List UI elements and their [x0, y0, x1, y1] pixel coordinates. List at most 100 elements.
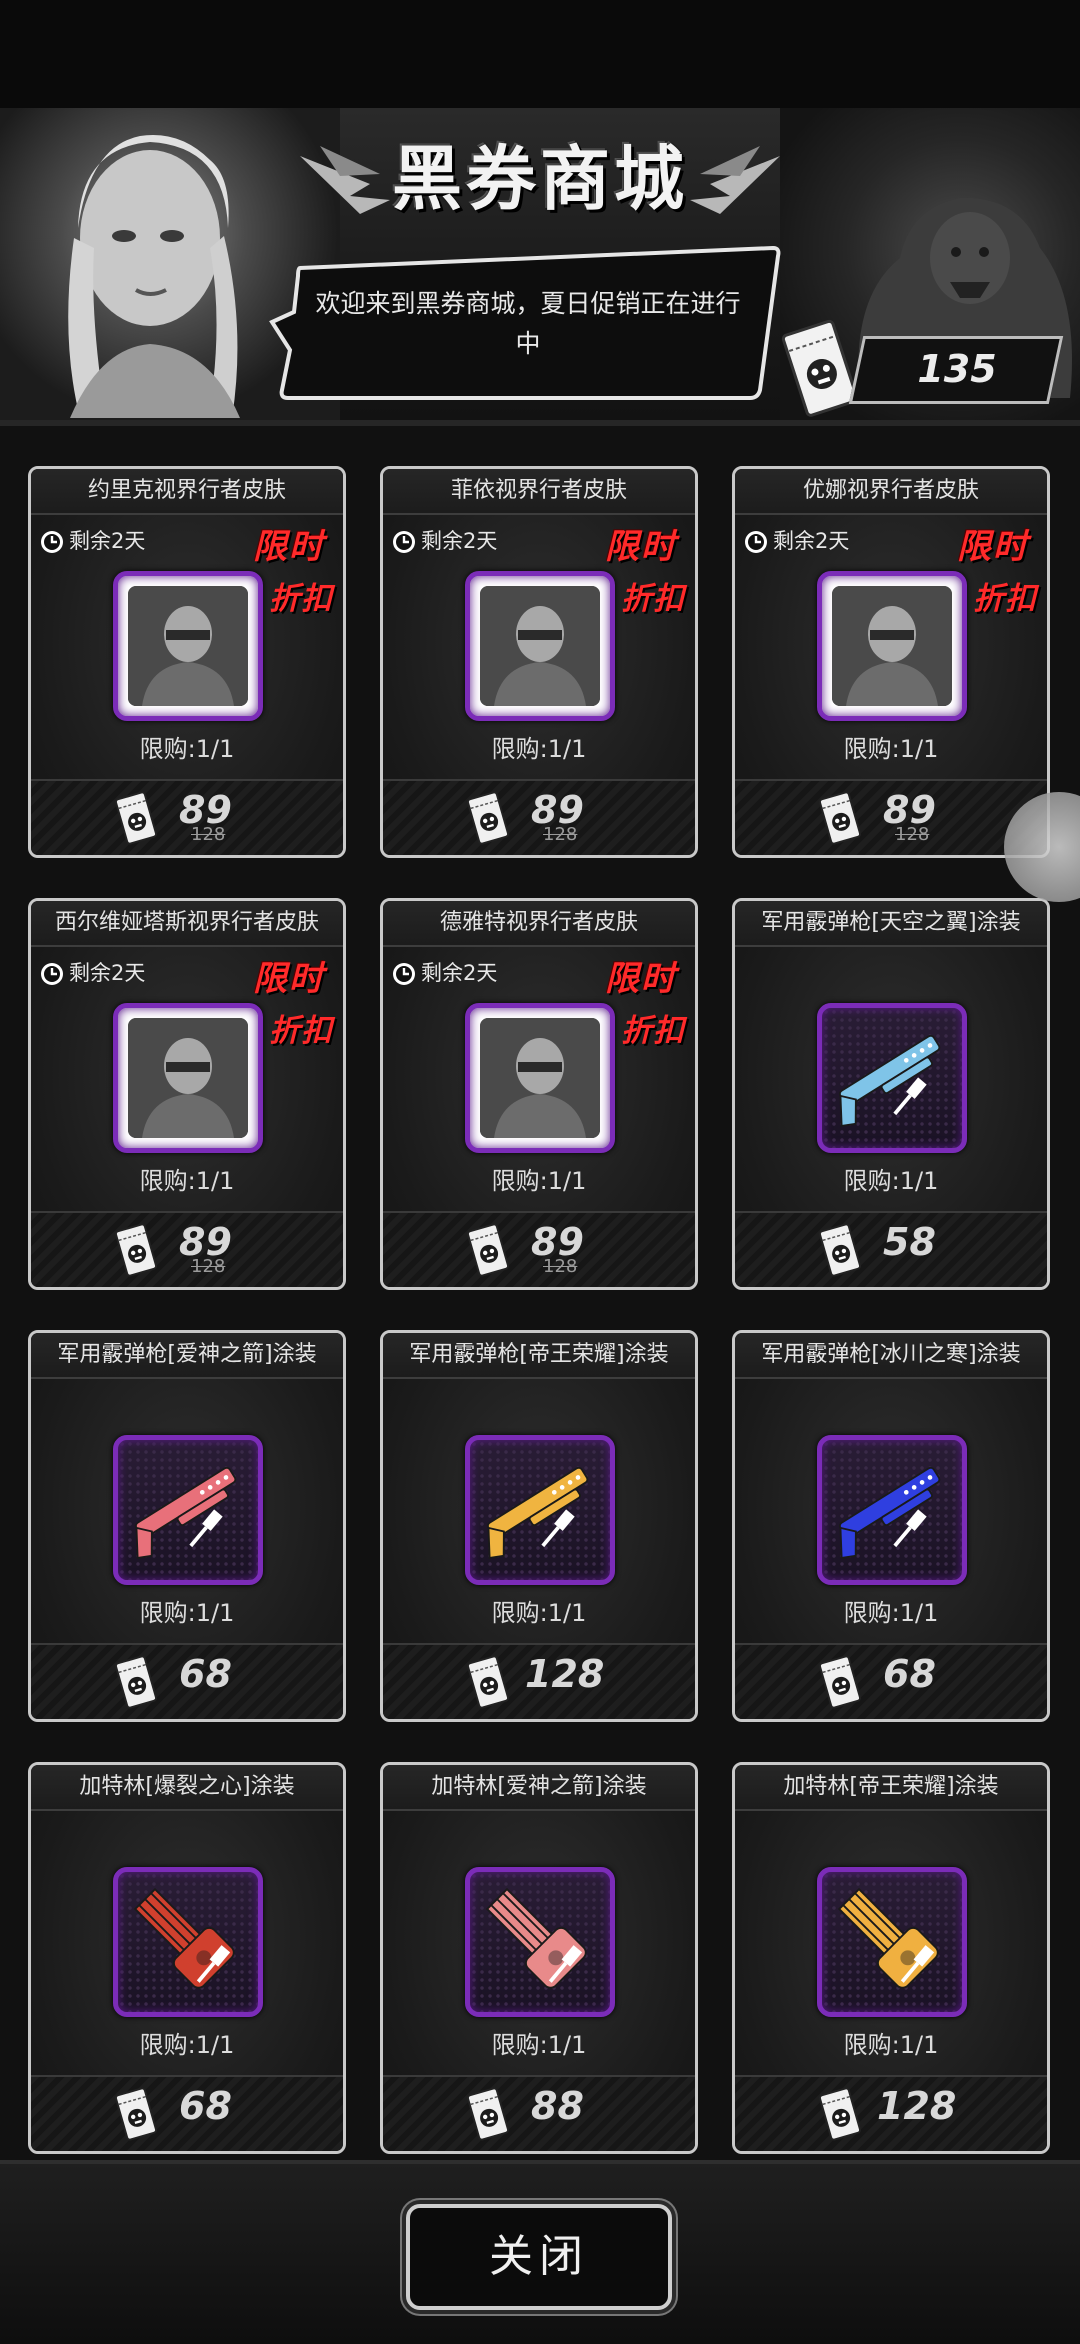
item-image: [817, 571, 967, 721]
remaining-time: 剩余2天: [743, 523, 849, 559]
price-bar[interactable]: 68: [735, 1643, 1047, 1719]
shop-item-card[interactable]: 约里克视界行者皮肤 剩余2天 限时 折扣 限购:1/1 89 128: [28, 466, 346, 858]
purchase-limit: 限购:1/1: [491, 2031, 587, 2059]
item-name: 德雅特视界行者皮肤: [383, 901, 695, 947]
limited-time-badge: 限时: [605, 527, 677, 567]
purchase-limit: 限购:1/1: [843, 1167, 939, 1195]
remaining-time-text: 剩余2天: [69, 961, 146, 985]
currency-display: 135: [776, 318, 1066, 418]
item-image: [113, 571, 263, 721]
black-ticket-icon: [817, 1223, 863, 1277]
item-name: 约里克视界行者皮肤: [31, 469, 343, 515]
limited-time-badge: 限时: [957, 527, 1029, 567]
black-ticket-icon: [113, 2087, 159, 2141]
price-bar[interactable]: 89 128: [31, 779, 343, 855]
item-image: [817, 1435, 967, 1585]
shop-screen: 黑券商城 欢迎来到黑券商城，夏日促销正在进行中 135 约里克视界行者皮肤 剩余…: [0, 0, 1080, 2344]
merchant-portrait: [68, 135, 240, 418]
clock-icon: [391, 529, 417, 555]
black-ticket-icon: [817, 791, 863, 845]
price-bar[interactable]: 68: [31, 1643, 343, 1719]
close-button[interactable]: 关闭: [406, 2204, 672, 2310]
black-ticket-icon: [817, 2087, 863, 2141]
item-name: 军用霰弹枪[帝王荣耀]涂装: [383, 1333, 695, 1379]
item-price: 68: [179, 2084, 232, 2128]
black-ticket-icon: [113, 1655, 159, 1709]
original-price: 128: [543, 824, 578, 845]
remaining-time: 剩余2天: [391, 523, 497, 559]
item-name: 军用霰弹枪[冰川之寒]涂装: [735, 1333, 1047, 1379]
black-ticket-icon: [817, 1655, 863, 1709]
shop-item-card[interactable]: 德雅特视界行者皮肤剩余2天 限时折扣限购:1/1 89 128: [380, 898, 698, 1290]
remaining-time: 剩余2天: [391, 955, 497, 991]
price-bar[interactable]: 89 128: [383, 779, 695, 855]
limited-time-badge: 限时: [253, 527, 325, 567]
item-name: 加特林[帝王荣耀]涂装: [735, 1765, 1047, 1811]
original-price: 128: [191, 824, 226, 845]
footer-bar: 关闭: [0, 2160, 1080, 2344]
black-ticket-icon: [113, 791, 159, 845]
price-bar[interactable]: 128: [735, 2075, 1047, 2151]
remaining-time-text: 剩余2天: [773, 529, 850, 553]
item-name: 菲依视界行者皮肤: [383, 469, 695, 515]
item-price: 128: [525, 1652, 605, 1696]
greeting-text: 欢迎来到黑券商城，夏日促销正在进行中: [315, 289, 741, 358]
item-name: 西尔维娅塔斯视界行者皮肤: [31, 901, 343, 947]
item-image: [817, 1867, 967, 2017]
item-image: [465, 1003, 615, 1153]
remaining-time-text: 剩余2天: [421, 529, 498, 553]
shop-item-card[interactable]: 军用霰弹枪[爱神之箭]涂装限购:1/1 68: [28, 1330, 346, 1722]
price-bar[interactable]: 128: [383, 1643, 695, 1719]
item-price: 88: [531, 2084, 584, 2128]
black-ticket-icon: [465, 1223, 511, 1277]
limited-time-badge: 限时: [253, 959, 325, 999]
shop-item-card[interactable]: 加特林[帝王荣耀]涂装限购:1/1 128: [732, 1762, 1050, 2154]
discount-badge: 折扣: [269, 1013, 333, 1049]
black-ticket-icon: [465, 2087, 511, 2141]
clock-icon: [391, 961, 417, 987]
discount-badge: 折扣: [269, 581, 333, 617]
shop-item-card[interactable]: 军用霰弹枪[冰川之寒]涂装限购:1/1 68: [732, 1330, 1050, 1722]
price-bar[interactable]: 68: [31, 2075, 343, 2151]
item-name: 军用霰弹枪[爱神之箭]涂装: [31, 1333, 343, 1379]
currency-balance: 135: [917, 347, 997, 391]
remaining-time: 剩余2天: [39, 955, 145, 991]
shop-item-card[interactable]: 优娜视界行者皮肤 剩余2天 限时 折扣 限购:1/1 89 128: [732, 466, 1050, 858]
purchase-limit: 限购:1/1: [139, 2031, 235, 2059]
shop-item-card[interactable]: 菲依视界行者皮肤 剩余2天 限时 折扣 限购:1/1 89 128: [380, 466, 698, 858]
purchase-limit: 限购:1/1: [139, 1167, 235, 1195]
price-bar[interactable]: 58: [735, 1211, 1047, 1287]
price-bar[interactable]: 89 128: [735, 779, 1047, 855]
price-bar[interactable]: 88: [383, 2075, 695, 2151]
clock-icon: [39, 961, 65, 987]
shop-item-card[interactable]: 军用霰弹枪[帝王荣耀]涂装限购:1/1 128: [380, 1330, 698, 1722]
shop-item-card[interactable]: 军用霰弹枪[天空之翼]涂装限购:1/1 58: [732, 898, 1050, 1290]
item-name: 军用霰弹枪[天空之翼]涂装: [735, 901, 1047, 947]
remaining-time-text: 剩余2天: [69, 529, 146, 553]
shop-item-card[interactable]: 加特林[爆裂之心]涂装 限购:1/1 68: [28, 1762, 346, 2154]
purchase-limit: 限购:1/1: [491, 1599, 587, 1627]
clock-icon: [39, 529, 65, 555]
shop-item-card[interactable]: 加特林[爱神之箭]涂装 限购:1/1 88: [380, 1762, 698, 2154]
discount-badge: 折扣: [621, 1013, 685, 1049]
price-bar[interactable]: 89 128: [31, 1211, 343, 1287]
black-ticket-icon: [465, 791, 511, 845]
original-price: 128: [191, 1256, 226, 1277]
shop-item-card[interactable]: 西尔维娅塔斯视界行者皮肤剩余2天 限时折扣限购:1/1 89 128: [28, 898, 346, 1290]
shop-title: 黑券商城: [392, 138, 688, 220]
purchase-limit: 限购:1/1: [139, 1599, 235, 1627]
purchase-limit: 限购:1/1: [491, 1167, 587, 1195]
black-ticket-icon: [465, 1655, 511, 1709]
shop-header: 黑券商城 欢迎来到黑券商城，夏日促销正在进行中 135: [0, 108, 1080, 420]
price-bar[interactable]: 89 128: [383, 1211, 695, 1287]
greeting-bubble: 欢迎来到黑券商城，夏日促销正在进行中: [268, 240, 784, 402]
purchase-limit: 限购:1/1: [843, 2031, 939, 2059]
discount-badge: 折扣: [621, 581, 685, 617]
item-image: [113, 1435, 263, 1585]
item-image: [465, 1867, 615, 2017]
limited-time-badge: 限时: [605, 959, 677, 999]
black-ticket-icon: [113, 1223, 159, 1277]
purchase-limit: 限购:1/1: [843, 1599, 939, 1627]
item-image: [817, 1003, 967, 1153]
discount-badge: 折扣: [973, 581, 1037, 617]
